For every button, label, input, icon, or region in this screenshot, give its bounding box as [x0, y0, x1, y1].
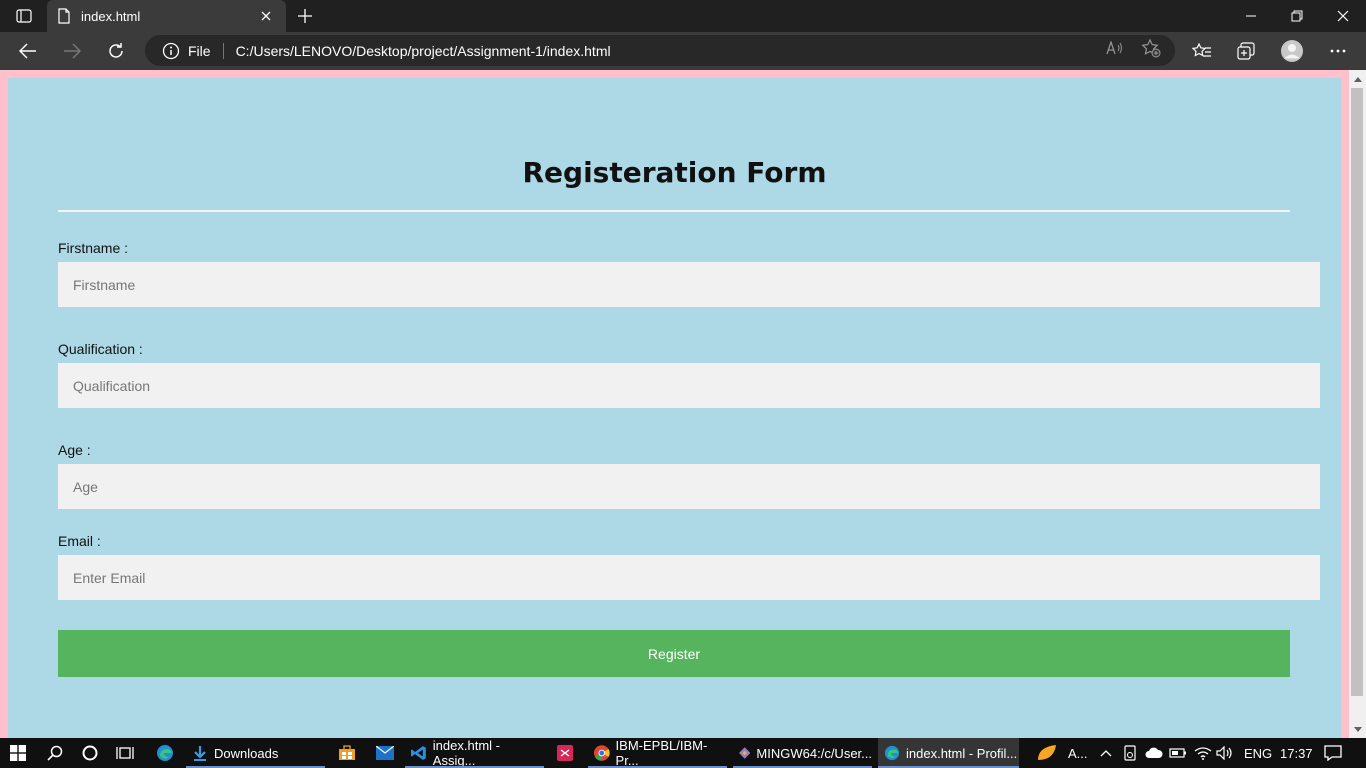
taskbar-app-downloads[interactable]: Downloads	[186, 738, 325, 768]
email-input[interactable]	[58, 555, 1320, 600]
read-aloud-icon[interactable]	[1105, 38, 1125, 58]
store-icon[interactable]	[334, 741, 360, 765]
browser-tab[interactable]: index.html	[47, 0, 286, 32]
show-hidden-icons-icon[interactable]	[1093, 741, 1119, 765]
refresh-icon[interactable]	[100, 36, 132, 66]
document-icon	[58, 8, 70, 24]
tab-actions-icon[interactable]	[8, 4, 40, 28]
browser-toolbar: File C:/Users/LENOVO/Desktop/project/Ass…	[0, 32, 1366, 70]
clock[interactable]: 17:37	[1280, 738, 1313, 768]
collections-icon[interactable]	[1230, 36, 1262, 66]
back-icon[interactable]	[12, 36, 44, 66]
onedrive-icon[interactable]	[1141, 741, 1167, 765]
taskbar-app-vscode[interactable]: index.html - Assig...	[405, 738, 544, 768]
chrome-icon	[594, 745, 610, 761]
language-indicator[interactable]: ENG	[1244, 738, 1272, 768]
volume-icon[interactable]	[1212, 741, 1238, 765]
info-icon[interactable]	[162, 42, 180, 60]
taskbar-app-edge[interactable]: index.html - Profil...	[878, 738, 1019, 768]
page-scrollbar[interactable]	[1349, 70, 1366, 738]
tray-app-label: A...	[1068, 745, 1088, 761]
page-viewport: Registeration Form Firstname : Qualifica…	[0, 70, 1349, 738]
notifications-icon[interactable]	[1320, 741, 1346, 765]
taskbar-app-chrome[interactable]: IBM-EPBL/IBM-Pr...	[588, 738, 727, 768]
address-url[interactable]: C:/Users/LENOVO/Desktop/project/Assignme…	[236, 43, 1175, 59]
form-title: Registeration Form	[522, 156, 827, 189]
tray-device-icon[interactable]	[1117, 741, 1143, 765]
scrollbar-thumb[interactable]	[1351, 88, 1363, 696]
task-view-icon[interactable]	[112, 741, 138, 765]
address-file-label: File	[188, 42, 211, 59]
restore-icon[interactable]	[1274, 0, 1320, 32]
new-tab-icon[interactable]	[292, 4, 318, 28]
taskbar-app-label: index.html - Profil...	[906, 745, 1018, 761]
git-bash-icon	[739, 747, 751, 759]
edge-pinned-icon[interactable]	[152, 741, 178, 765]
edge-icon	[884, 745, 900, 761]
taskbar-app-label: Downloads	[214, 745, 279, 761]
tray-leaf-icon	[1038, 745, 1056, 760]
taskbar-app-label: IBM-EPBL/IBM-Pr...	[615, 738, 708, 768]
form-divider	[58, 210, 1290, 212]
scroll-down-arrow-icon[interactable]	[1349, 722, 1366, 736]
search-icon[interactable]	[42, 741, 68, 765]
age-input[interactable]	[58, 464, 1320, 509]
language-label: ENG	[1244, 745, 1273, 761]
add-favorite-icon[interactable]	[1141, 38, 1161, 58]
close-window-icon[interactable]	[1320, 0, 1366, 32]
battery-icon[interactable]	[1165, 741, 1191, 765]
firstname-input[interactable]	[58, 262, 1320, 307]
minimize-icon[interactable]	[1228, 0, 1274, 32]
browser-title-bar: index.html	[0, 0, 1366, 32]
more-options-icon[interactable]	[1322, 36, 1354, 66]
vscode-icon	[411, 746, 426, 760]
mail-icon[interactable]	[372, 741, 398, 765]
windows-start-icon[interactable]	[5, 741, 31, 765]
register-button[interactable]: Register	[58, 630, 1290, 677]
app-pink-icon[interactable]	[552, 741, 578, 765]
taskbar-app-label: index.html - Assig...	[432, 738, 500, 768]
address-bar[interactable]: File C:/Users/LENOVO/Desktop/project/Ass…	[145, 35, 1175, 66]
age-label: Age :	[58, 442, 91, 458]
tray-app[interactable]: A...	[1036, 738, 1088, 768]
firstname-label: Firstname :	[58, 240, 129, 256]
taskbar-app-git-bash[interactable]: MINGW64:/c/User...	[733, 738, 872, 768]
registration-form: Registeration Form Firstname : Qualifica…	[8, 78, 1341, 738]
address-separator	[222, 42, 224, 59]
qualification-label: Qualification :	[58, 341, 143, 357]
qualification-input[interactable]	[58, 363, 1320, 408]
profile-avatar[interactable]	[1276, 36, 1308, 66]
downloads-icon	[194, 746, 206, 761]
forward-icon[interactable]	[56, 36, 88, 66]
favorites-icon[interactable]	[1186, 36, 1218, 66]
clock-time: 17:37	[1280, 745, 1313, 761]
windows-taskbar: Downloads index.html - Assig... IBM-EPBL…	[0, 738, 1366, 768]
taskbar-app-label: MINGW64:/c/User...	[756, 745, 872, 761]
scroll-up-arrow-icon[interactable]	[1349, 72, 1366, 86]
close-tab-icon[interactable]	[256, 6, 276, 26]
cortana-icon[interactable]	[77, 741, 103, 765]
email-label: Email :	[58, 533, 101, 549]
tab-title: index.html	[81, 8, 141, 24]
